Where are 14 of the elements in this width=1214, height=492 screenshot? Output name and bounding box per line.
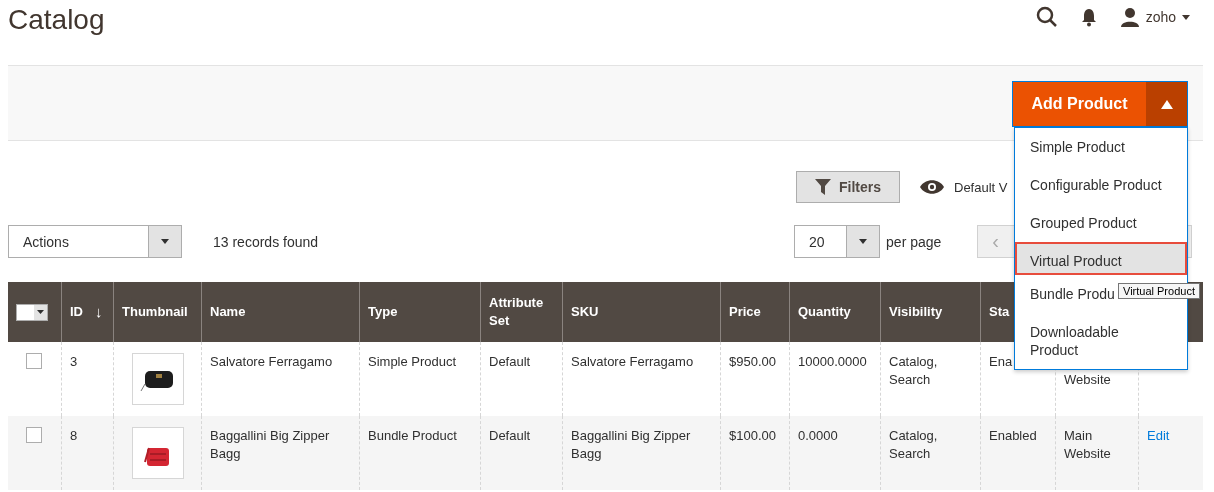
table-cell: Enabled <box>980 416 1055 490</box>
table-cell: $100.00 <box>720 416 789 490</box>
table-cell: 0.0000 <box>789 416 880 490</box>
per-page-label: per page <box>886 233 942 250</box>
records-count: 13 records found <box>213 233 319 250</box>
table-cell: Bundle Product <box>359 416 480 490</box>
table-cell: Catalog, Search <box>880 416 980 490</box>
table-cell: 8 <box>61 416 113 490</box>
page-title: Catalog <box>8 4 105 36</box>
table-cell: Main Website <box>1055 416 1138 490</box>
tooltip: Virtual Product <box>1118 283 1200 299</box>
table-cell: Baggallini Big Zipper Bagg <box>201 416 359 490</box>
table-cell: Baggallini Big Zipper Bagg <box>562 416 720 490</box>
table-cell: Default <box>480 416 562 490</box>
